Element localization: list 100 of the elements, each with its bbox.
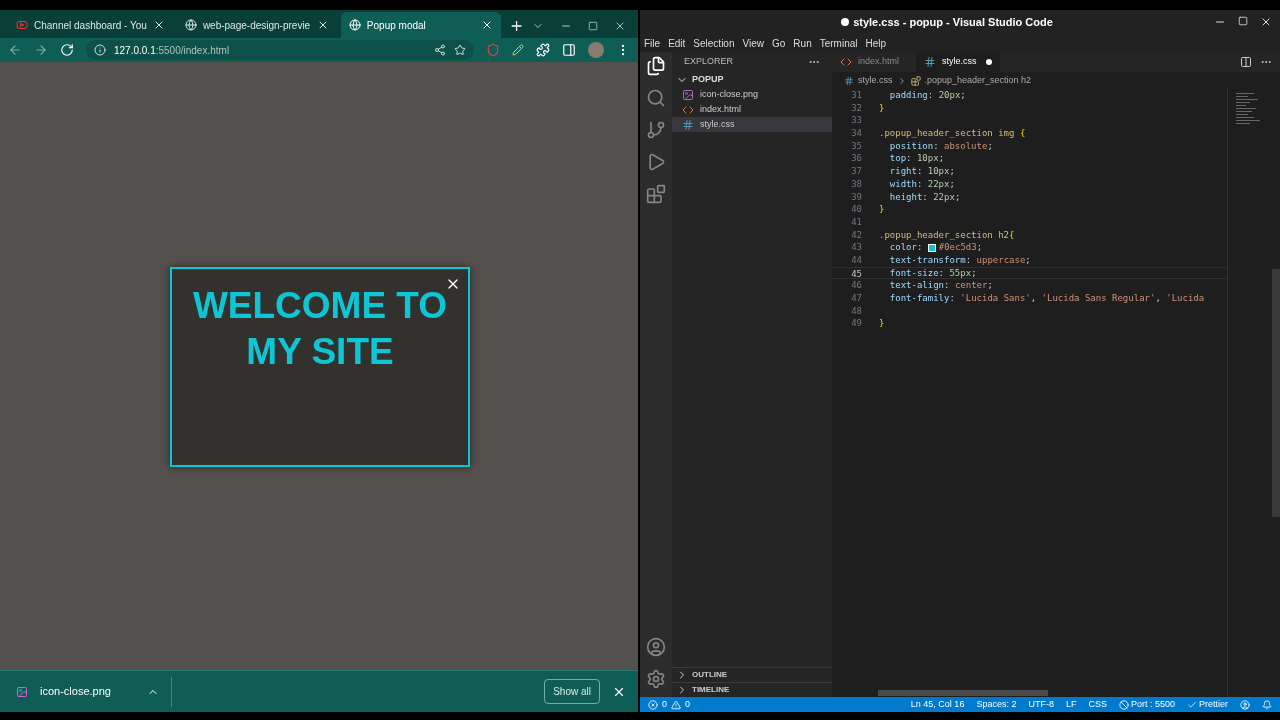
- globe-icon: [184, 19, 197, 31]
- browser-tab[interactable]: Popup modal: [340, 12, 501, 38]
- run-icon[interactable]: [646, 152, 666, 172]
- line-number: 35: [850, 139, 862, 153]
- file-name: index.html: [700, 102, 742, 116]
- tab-title: Popup modal: [366, 18, 427, 33]
- extensions-icon[interactable]: [646, 184, 666, 204]
- explorer-entry[interactable]: index.html: [672, 102, 832, 117]
- code-line: }: [879, 203, 885, 216]
- code-line: padding: 20px;: [888, 89, 966, 102]
- code-line: text-transform: uppercase;: [888, 253, 1031, 267]
- file-name: icon-close.png: [700, 87, 759, 101]
- branch-icon[interactable]: [646, 120, 666, 140]
- split-editor-icon[interactable]: [1240, 56, 1252, 68]
- pencil-icon[interactable]: [512, 44, 524, 56]
- status-item[interactable]: Ln 45, Col 16: [910, 697, 965, 712]
- code-line: top: 10px;: [888, 152, 945, 166]
- code-line: }: [879, 101, 885, 115]
- globe-icon: [348, 19, 361, 31]
- address-bar[interactable]: 127.0.0.1:5500/index.html: [86, 40, 474, 60]
- menu-item[interactable]: Selection: [693, 35, 735, 51]
- star-icon[interactable]: [454, 44, 466, 56]
- folder-header[interactable]: POPUP: [672, 72, 832, 87]
- line-number: 40: [850, 203, 862, 216]
- line-number: 49: [850, 317, 862, 331]
- maximize-icon[interactable]: [1238, 16, 1248, 26]
- browser-tab[interactable]: Channel dashboard - You: [8, 12, 173, 38]
- code-line: text-align: center;: [888, 279, 993, 292]
- url-text: 127.0.0.1:5500/index.html: [114, 43, 231, 58]
- blocked-icon: [1118, 699, 1129, 710]
- line-number: 42: [850, 228, 862, 242]
- back-icon[interactable]: [8, 43, 22, 57]
- account-icon[interactable]: [646, 637, 666, 657]
- status-item[interactable]: LF: [1065, 697, 1077, 712]
- menu-item[interactable]: Edit: [668, 35, 686, 51]
- share-icon[interactable]: [434, 44, 446, 56]
- code-line: height: 22px;: [888, 190, 961, 204]
- window-title: style.css - popup - Visual Studio Code: [853, 14, 1053, 30]
- maximize-icon[interactable]: [588, 21, 598, 31]
- browser-tab[interactable]: web-page-design-previe: [176, 12, 337, 38]
- scrollbar[interactable]: [1272, 269, 1280, 517]
- code-line: right: 10px;: [888, 165, 955, 178]
- horizontal-scrollbar[interactable]: [878, 690, 1048, 696]
- code-icon: [840, 56, 852, 68]
- code-line: color: #0ec5d3;: [888, 241, 983, 254]
- menu-item[interactable]: File: [644, 35, 661, 51]
- error-icon: [648, 699, 658, 710]
- explorer-entry[interactable]: style.css: [672, 117, 832, 132]
- code-line: position: absolute;: [888, 139, 993, 153]
- download-file-name[interactable]: icon-close.png: [40, 683, 135, 700]
- folder-name: POPUP: [692, 72, 724, 86]
- error-count: 0: [662, 697, 667, 711]
- search-icon[interactable]: [646, 88, 666, 108]
- problems-indicator[interactable]: 0 0: [648, 697, 691, 712]
- info-icon: [94, 44, 106, 56]
- menu-item[interactable]: Help: [865, 35, 887, 51]
- status-item[interactable]: Prettier: [1187, 697, 1228, 712]
- notification-icon[interactable]: [1262, 699, 1272, 710]
- menu-item[interactable]: Go: [772, 35, 786, 51]
- code-line: font-family: 'Lucida Sans', 'Lucida Sans Regular', 'Lucida: [888, 292, 1205, 305]
- line-number: 31: [850, 89, 862, 102]
- image-file-icon: [682, 88, 694, 101]
- breadcrumb-item[interactable]: .popup_header_section h2: [924, 73, 1032, 88]
- explorer-entry[interactable]: icon-close.png: [672, 87, 832, 102]
- reload-icon[interactable]: [60, 43, 74, 57]
- breadcrumb-item[interactable]: style.css: [858, 73, 893, 88]
- editor-tab[interactable]: index.html: [832, 52, 916, 72]
- menu-item[interactable]: Terminal: [819, 35, 858, 51]
- hash-icon: [682, 118, 694, 131]
- editor-tab[interactable]: style.css: [916, 52, 1000, 72]
- line-number: 39: [850, 190, 862, 204]
- file-name: style.css: [700, 117, 735, 131]
- extensions-icon[interactable]: [536, 43, 550, 57]
- status-item[interactable]: Port : 5500: [1118, 697, 1175, 712]
- status-item[interactable]: Spaces: 2: [976, 697, 1017, 712]
- panel-header[interactable]: OUTLINE: [672, 667, 832, 682]
- close-icon[interactable]: [614, 20, 626, 32]
- feedback-icon[interactable]: [1240, 699, 1250, 710]
- hash-icon: [844, 75, 854, 86]
- status-item[interactable]: CSS: [1088, 697, 1107, 712]
- settings-icon[interactable]: [646, 669, 666, 689]
- forward-icon[interactable]: [34, 43, 48, 57]
- code-line: width: 22px;: [888, 177, 955, 191]
- menu-item[interactable]: Run: [793, 35, 812, 51]
- tab-title: web-page-design-previe: [202, 18, 311, 33]
- tab-title: Channel dashboard - You: [34, 18, 147, 33]
- close-icon[interactable]: [1260, 16, 1272, 28]
- show-all-button[interactable]: Show all: [544, 679, 600, 704]
- video-icon: [16, 19, 28, 31]
- line-number: 48: [850, 304, 862, 318]
- code-line: font-size: 55px;: [888, 267, 977, 279]
- tab-name: style.css: [942, 55, 978, 69]
- explorer-header: EXPLORER: [684, 55, 734, 69]
- image-file-icon: [16, 685, 28, 698]
- status-item[interactable]: UTF-8: [1028, 697, 1054, 712]
- check-icon: [1187, 699, 1197, 710]
- files-icon[interactable]: [646, 56, 666, 76]
- menu-item[interactable]: View: [742, 35, 764, 51]
- side-panel-icon[interactable]: [562, 43, 576, 57]
- line-number: 36: [850, 152, 862, 166]
